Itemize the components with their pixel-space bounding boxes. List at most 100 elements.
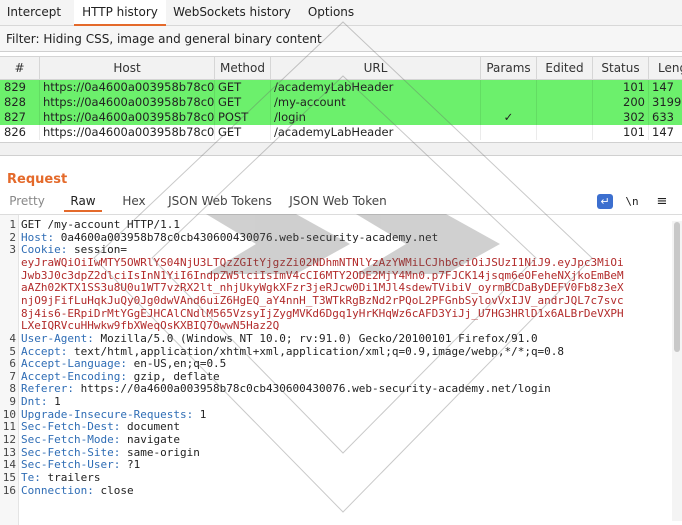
row-edited — [537, 110, 593, 125]
line-number: 9 — [9, 395, 16, 409]
tab-hex[interactable]: Hex — [112, 192, 156, 212]
tab-websockets-history[interactable]: WebSockets history — [172, 0, 292, 26]
row-number: 827 — [0, 110, 40, 125]
row-status: 302 — [593, 110, 649, 125]
request-line-text: Connection: close — [21, 483, 134, 498]
line-number: 15 — [2, 471, 16, 484]
table-header: # Host Method URL Params Edited Status L… — [0, 56, 682, 80]
request-line-text: Referer: https://0a4600a003958b78c0cb430… — [21, 383, 551, 396]
header-value: GET /my-account HTTP/1.1 — [21, 218, 180, 231]
column-header-url[interactable]: URL — [271, 57, 481, 80]
row-host: https://0a4600a003958b78c0c... — [40, 95, 215, 110]
row-url: /academyLabHeader — [271, 125, 481, 140]
row-status: 101 — [593, 80, 649, 95]
row-length: 147 — [649, 80, 682, 95]
header-name: Connection: — [21, 483, 94, 497]
header-value: 1 — [193, 407, 207, 421]
row-params: ✓ — [481, 110, 537, 125]
request-line: 14 Sec-Fetch-User: ?1 — [0, 458, 682, 472]
header-name: Cookie: — [21, 243, 68, 257]
tab-pretty[interactable]: Pretty — [4, 192, 50, 212]
header-value: 0a4600a003958b78c0cb430600430076.web-sec… — [54, 230, 439, 244]
header-value: text/html,application/xhtml+xml,applicat… — [67, 344, 565, 358]
header-value: same-origin — [120, 445, 200, 459]
row-params — [481, 125, 537, 140]
header-name: Sec-Fetch-Site: — [21, 445, 121, 459]
column-header-method[interactable]: Method — [215, 57, 271, 80]
cookie-value: njO9jFifLuHqkJuQy0Jg0dwVAnd6uiZ6HgEQ_aY4… — [21, 293, 624, 307]
row-number: 829 — [0, 80, 40, 95]
column-header-edited[interactable]: Edited — [537, 57, 593, 80]
panel-divider[interactable] — [0, 142, 682, 156]
cookie-value: 8j4is6-ERpiDrMtYGgEJHCAlCNdlM565VzsyIjZy… — [21, 306, 624, 320]
header-value: close — [93, 483, 134, 497]
tab-http-history[interactable]: HTTP history — [74, 0, 166, 26]
column-header-length[interactable]: Leng — [649, 57, 682, 80]
table-row[interactable]: 829 https://0a4600a003958b78c0c... GET/aca… — [0, 80, 682, 95]
header-value: navigate — [120, 433, 180, 447]
table-row[interactable]: 828 https://0a4600a003958b78c0c... GET/my-… — [0, 95, 682, 110]
column-header-number[interactable]: # — [0, 57, 40, 80]
row-url: /academyLabHeader — [271, 80, 481, 95]
tab-options[interactable]: Options — [298, 0, 364, 26]
request-line: 16 Connection: close — [0, 483, 682, 498]
row-params — [481, 80, 537, 95]
table-row[interactable]: 827 https://0a4600a003958b78c0c... POST/lo… — [0, 110, 682, 125]
row-url: /login — [271, 110, 481, 125]
header-value: gzip, deflate — [126, 369, 220, 383]
tab-intercept[interactable]: Intercept — [0, 0, 68, 26]
header-name: Accept-Language: — [21, 357, 127, 371]
header-name: Sec-Fetch-Dest: — [21, 420, 121, 434]
tab-json-web-token[interactable]: JSON Web Token — [286, 192, 390, 212]
row-method: GET — [215, 80, 271, 95]
request-panel-title: Request — [7, 172, 68, 187]
http-history-table: # Host Method URL Params Edited Status L… — [0, 56, 682, 140]
column-header-status[interactable]: Status — [593, 57, 649, 80]
row-length: 3199 — [649, 95, 682, 110]
editor-scrollbar-thumb[interactable] — [674, 222, 680, 352]
header-name: Sec-Fetch-User: — [21, 458, 121, 472]
row-host: https://0a4600a003958b78c0c... — [40, 125, 215, 140]
row-number: 828 — [0, 95, 40, 110]
line-number: 12 — [2, 433, 16, 447]
header-value: ?1 — [120, 458, 141, 472]
row-params — [481, 95, 537, 110]
row-method: POST — [215, 110, 271, 125]
proxy-tab-bar: Intercept HTTP history WebSockets histor… — [0, 0, 682, 26]
column-header-host[interactable]: Host — [40, 57, 215, 80]
newline-toggle-icon[interactable]: \n — [624, 194, 640, 209]
row-status: 200 — [593, 95, 649, 110]
header-name: Dnt: — [21, 395, 48, 409]
cookie-value: aAZh02KTX1SS3u8U0u1WT7vzRX2lt_nhjUkyWgkX… — [21, 281, 624, 295]
cookie-value: eyJraWQiOiIwMTY5OWRlYS04NjU3LTQzZGItYjgz… — [21, 255, 624, 269]
row-method: GET — [215, 95, 271, 110]
row-status: 101 — [593, 125, 649, 140]
row-length: 633 — [649, 110, 682, 125]
row-edited — [537, 95, 593, 110]
header-value: https://0a4600a003958b78c0cb430600430076… — [73, 382, 551, 396]
line-number: 4 — [9, 331, 16, 345]
request-line: 8 Referer: https://0a4600a003958b78c0cb43… — [0, 383, 682, 396]
header-name: Sec-Fetch-Mode: — [21, 433, 121, 447]
menu-icon[interactable]: ≡ — [654, 194, 670, 209]
line-number: 16 — [2, 483, 16, 497]
row-edited — [537, 80, 593, 95]
tab-json-web-tokens[interactable]: JSON Web Tokens — [166, 192, 274, 212]
request-view-tabs: Pretty Raw Hex JSON Web Tokens JSON Web … — [0, 192, 682, 212]
row-edited — [537, 125, 593, 140]
table-row[interactable]: 826 https://0a4600a003958b78c0c... GET/aca… — [0, 125, 682, 140]
header-name: Host: — [21, 230, 55, 244]
filter-text: Filter: Hiding CSS, image and general bi… — [6, 32, 322, 46]
row-method: GET — [215, 125, 271, 140]
header-name: Accept: — [21, 344, 68, 358]
tab-raw[interactable]: Raw — [64, 192, 102, 212]
row-number: 826 — [0, 125, 40, 140]
column-header-params[interactable]: Params — [481, 57, 537, 80]
filter-bar[interactable]: Filter: Hiding CSS, image and general bi… — [0, 26, 682, 52]
header-name: Te: — [21, 471, 41, 484]
header-value: en-US,en;q=0.5 — [126, 357, 227, 371]
header-value: document — [120, 420, 180, 434]
raw-request-editor[interactable]: 1 GET /my-account HTTP/1.1 2 Host: 0a4600a0… — [0, 214, 682, 525]
word-wrap-icon[interactable]: ↵ — [597, 194, 613, 209]
row-host: https://0a4600a003958b78c0c... — [40, 80, 215, 95]
